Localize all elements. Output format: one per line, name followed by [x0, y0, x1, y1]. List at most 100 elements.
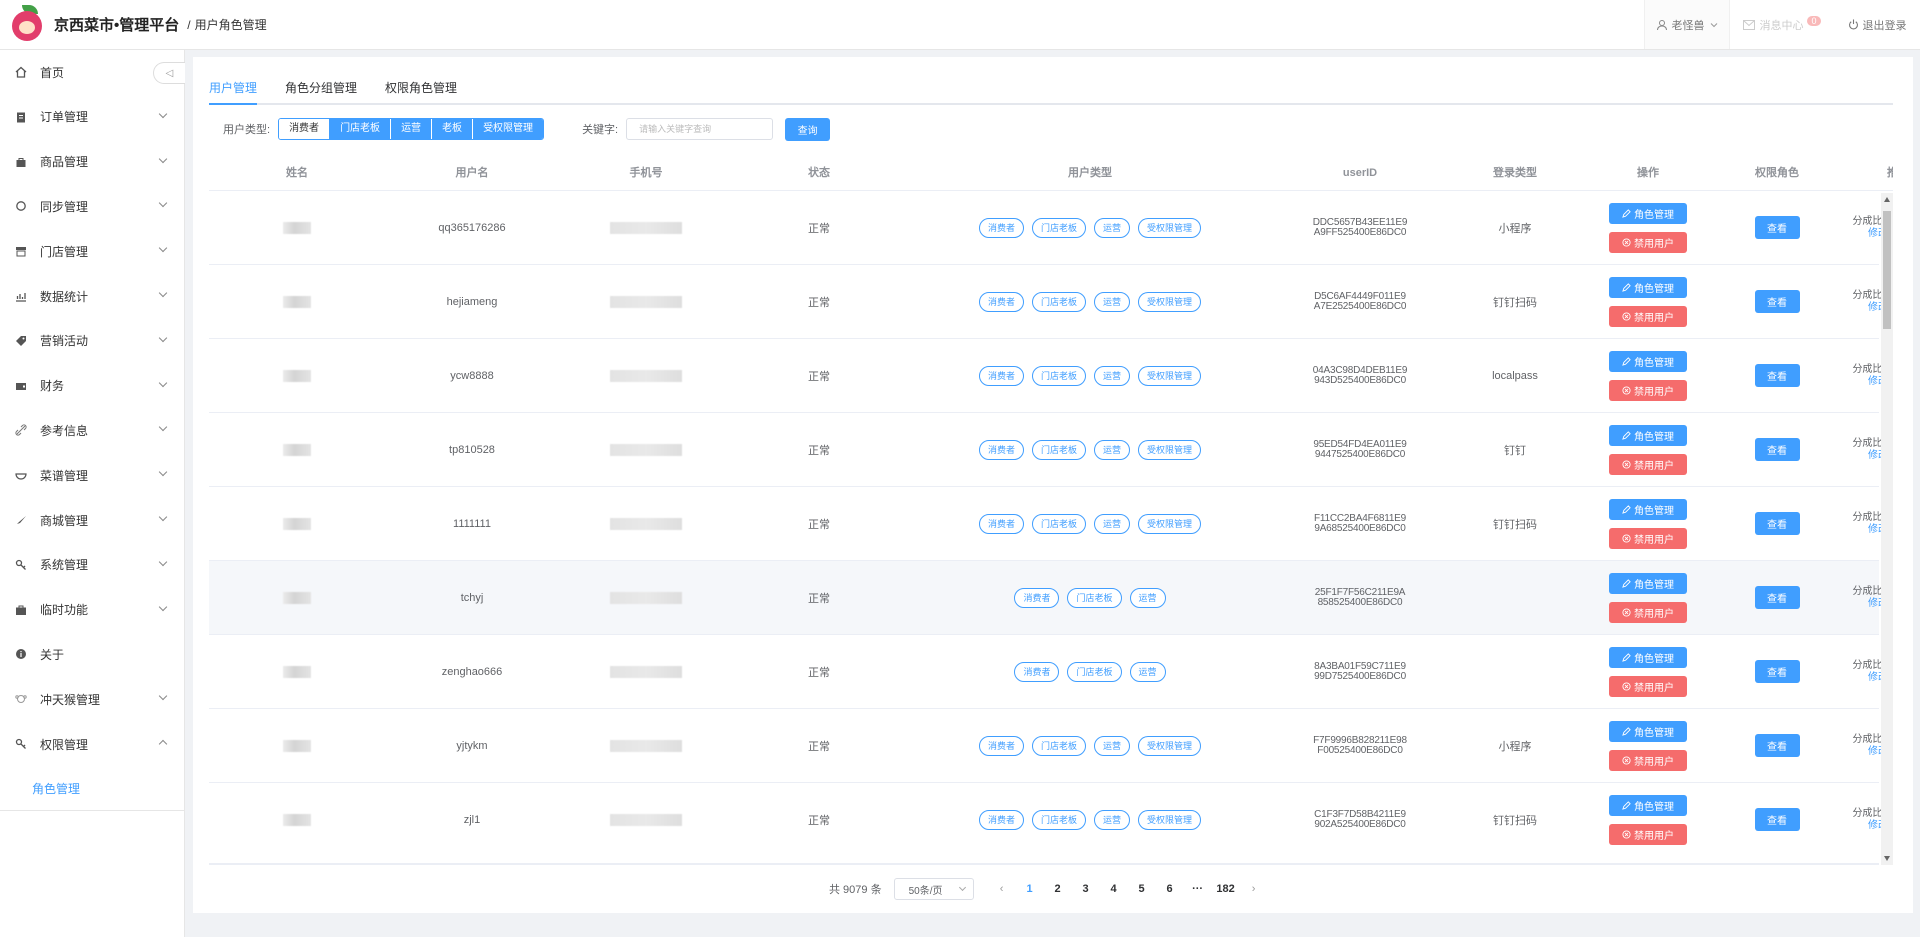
role-management-button[interactable]: 角色管理: [1609, 720, 1687, 742]
page-number-button[interactable]: 3: [1072, 878, 1100, 900]
view-role-button[interactable]: 查看: [1754, 660, 1800, 683]
logout-label: 退出登录: [1862, 19, 1907, 32]
disable-user-button[interactable]: 禁用用户: [1609, 379, 1687, 401]
user-type-tag: 运营: [1094, 809, 1131, 830]
page-number-button[interactable]: 2: [1044, 878, 1072, 900]
disable-user-button[interactable]: 禁用用户: [1609, 453, 1687, 475]
scroll-down-arrow[interactable]: [1884, 856, 1890, 861]
sidebar-item-14[interactable]: 冲天猴管理: [0, 681, 184, 717]
disable-user-button[interactable]: 禁用用户: [1609, 527, 1687, 549]
table-cell: 正常: [733, 635, 905, 708]
view-role-button[interactable]: 查看: [1754, 734, 1800, 757]
sidebar-item-8[interactable]: 参考信息: [0, 412, 184, 448]
user-type-tag: 消费者: [978, 439, 1024, 460]
page-number-button[interactable]: 5: [1128, 878, 1156, 900]
view-role-button[interactable]: 查看: [1754, 586, 1800, 609]
user-type-operations[interactable]: 运营: [391, 119, 433, 139]
redacted-phone: [610, 591, 682, 604]
sidebar-item-4[interactable]: 门店管理: [0, 233, 184, 269]
message-center[interactable]: 消息中心 0: [1730, 15, 1834, 33]
sidebar-item-1[interactable]: 订单管理: [0, 99, 184, 135]
table-scrollbar[interactable]: [1881, 193, 1893, 865]
table-row: qq365176286 正常 消费者 门店老板 运营 受权限管理 DDC5657B43EE1…: [209, 191, 1893, 265]
userid-line-2: 902A525400E86DC0: [1314, 818, 1406, 830]
page-number-button[interactable]: 6: [1156, 878, 1184, 900]
sidebar-item-0[interactable]: 首页: [0, 54, 184, 90]
view-role-button[interactable]: 查看: [1754, 438, 1800, 461]
tab-role-group-management[interactable]: 角色分组管理: [285, 80, 357, 105]
prev-page-button[interactable]: ‹: [988, 878, 1016, 900]
scroll-up-arrow[interactable]: [1884, 197, 1890, 202]
login-type-text: 钉钉扫码: [1493, 296, 1537, 309]
role-management-button[interactable]: 角色管理: [1609, 498, 1687, 520]
userid-line-2: 9447525400E86DC0: [1314, 448, 1406, 460]
user-type-tag: 门店老板: [1031, 809, 1086, 830]
role-management-button[interactable]: 角色管理: [1609, 202, 1687, 224]
disable-user-button[interactable]: 禁用用户: [1609, 601, 1687, 623]
role-management-button[interactable]: 角色管理: [1609, 424, 1687, 446]
table-cell: [559, 783, 733, 855]
sidebar-item-5[interactable]: 数据统计: [0, 278, 184, 314]
page-number-button[interactable]: 1: [1016, 878, 1044, 900]
sidebar-item-15[interactable]: 权限管理: [0, 726, 184, 762]
sidebar-item-13[interactable]: 关于: [0, 636, 184, 672]
keyword-input[interactable]: 请输入关键字查询: [626, 118, 774, 140]
view-role-button[interactable]: 查看: [1754, 512, 1800, 535]
table-cell: 查看: [1711, 265, 1843, 338]
logout-button[interactable]: 退出登录: [1834, 17, 1920, 33]
sidebar-item-10[interactable]: 商城管理: [0, 502, 184, 538]
username-text: 1111111: [453, 517, 491, 530]
chevron-down-icon: [158, 243, 168, 253]
pagination-ellipsis[interactable]: ···: [1184, 878, 1212, 900]
next-page-button[interactable]: ›: [1240, 878, 1268, 900]
view-role-button[interactable]: 查看: [1754, 290, 1800, 313]
status-text: 正常: [808, 740, 830, 753]
user-type-boss[interactable]: 老板: [432, 119, 474, 139]
edit-icon: [1622, 356, 1631, 366]
user-type-consumer[interactable]: 消费者: [279, 119, 331, 139]
app-logo: [10, 4, 44, 45]
sidebar-item-12[interactable]: 临时功能: [0, 592, 184, 628]
tab-user-management[interactable]: 用户管理: [209, 80, 258, 105]
disable-user-button[interactable]: 禁用用户: [1609, 675, 1687, 697]
disable-user-button[interactable]: 禁用用户: [1609, 231, 1687, 253]
role-management-button[interactable]: 角色管理: [1609, 646, 1687, 668]
sidebar-subitem-role-management[interactable]: 角色管理: [0, 767, 184, 811]
user-menu[interactable]: 老怪兽: [1644, 0, 1730, 49]
role-management-button[interactable]: 角色管理: [1609, 794, 1687, 816]
sidebar-item-9[interactable]: 菜谱管理: [0, 457, 184, 493]
table-cell: 角色管理 禁用用户: [1585, 339, 1711, 412]
table-cell: 正常: [733, 561, 905, 634]
page-number-button[interactable]: 182: [1212, 878, 1240, 900]
role-management-button[interactable]: 角色管理: [1609, 572, 1687, 594]
table-cell: 钉钉扫码: [1445, 783, 1585, 855]
filter-bar: 用户类型: 消费者 门店老板 运营 老板 受权限管理 关键字: 请输入关键字查询…: [209, 117, 831, 141]
role-management-button[interactable]: 角色管理: [1609, 350, 1687, 372]
user-type-store-owner[interactable]: 门店老板: [330, 119, 392, 139]
redacted-name: [283, 221, 311, 234]
view-role-button[interactable]: 查看: [1754, 216, 1800, 239]
sidebar-item-6[interactable]: 营销活动: [0, 323, 184, 359]
view-role-button[interactable]: 查看: [1754, 808, 1800, 831]
table-cell: tp810528: [385, 413, 559, 486]
power-icon: [1848, 19, 1858, 30]
sidebar-item-2[interactable]: 商品管理: [0, 144, 184, 180]
disable-user-button[interactable]: 禁用用户: [1609, 305, 1687, 327]
sidebar-item-7[interactable]: 财务: [0, 368, 184, 404]
view-role-button[interactable]: 查看: [1754, 364, 1800, 387]
role-management-button[interactable]: 角色管理: [1609, 276, 1687, 298]
user-icon: [1656, 19, 1667, 30]
sidebar-item-11[interactable]: 系统管理: [0, 547, 184, 583]
table-row: tp810528 正常 消费者 门店老板 运营 受权限管理 95ED54FD4EA011E9…: [209, 413, 1893, 487]
tab-permission-role-management[interactable]: 权限角色管理: [385, 80, 457, 105]
disable-user-button[interactable]: 禁用用户: [1609, 823, 1687, 845]
disable-user-button[interactable]: 禁用用户: [1609, 749, 1687, 771]
page-number-button[interactable]: 4: [1100, 878, 1128, 900]
chevron-down-icon: [158, 154, 168, 163]
scroll-thumb[interactable]: [1883, 211, 1891, 329]
query-button[interactable]: 查询: [785, 117, 831, 141]
user-type-permission-managed[interactable]: 受权限管理: [473, 119, 544, 139]
sidebar-item-3[interactable]: 同步管理: [0, 188, 184, 224]
username-text: hejiameng: [446, 295, 498, 308]
page-size-select[interactable]: 50条/页: [893, 878, 974, 900]
